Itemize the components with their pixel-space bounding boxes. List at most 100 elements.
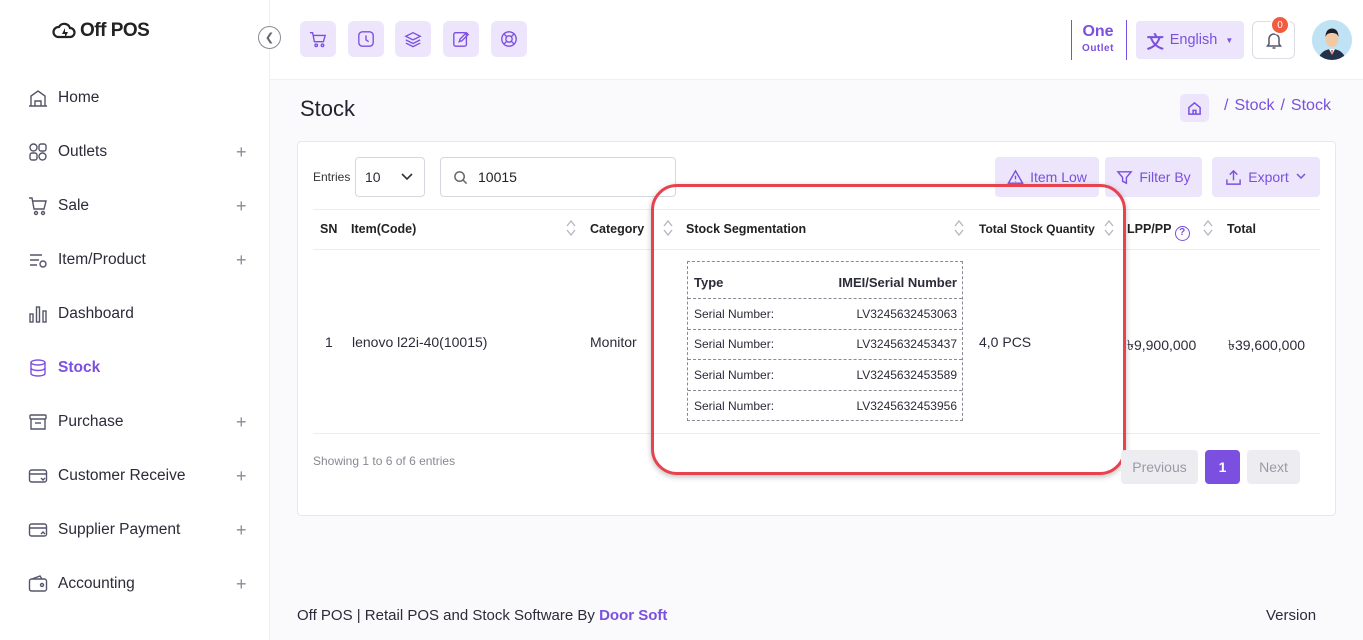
breadcrumb-item[interactable]: Stock bbox=[1234, 97, 1274, 114]
cart-icon bbox=[28, 196, 48, 216]
outlet-divider bbox=[1071, 20, 1072, 60]
sidebar-item-purchase[interactable]: Purchase + bbox=[0, 395, 270, 449]
clock-icon bbox=[358, 31, 374, 47]
outlet-label: Outlet bbox=[1082, 43, 1114, 54]
sidebar-item-item-product[interactable]: Item/Product + bbox=[0, 233, 270, 287]
sort-icon[interactable] bbox=[1202, 218, 1214, 238]
quick-stock-button[interactable] bbox=[395, 21, 431, 57]
sidebar-item-sale[interactable]: Sale + bbox=[0, 179, 270, 233]
quick-support-button[interactable] bbox=[491, 21, 527, 57]
quick-sale-button[interactable] bbox=[300, 21, 336, 57]
expand-plus-icon[interactable]: + bbox=[236, 520, 247, 541]
alert-triangle-icon bbox=[1007, 168, 1024, 184]
expand-plus-icon[interactable]: + bbox=[236, 574, 247, 595]
chevron-left-icon: ❮ bbox=[264, 32, 275, 44]
filter-label: Filter By bbox=[1139, 169, 1191, 185]
sidebar-item-accounting[interactable]: Accounting + bbox=[0, 557, 270, 611]
sidebar-item-label: Accounting bbox=[58, 575, 135, 592]
layers-icon bbox=[404, 31, 422, 48]
chevron-down-icon bbox=[400, 169, 414, 186]
support-icon bbox=[501, 31, 517, 47]
expand-plus-icon[interactable]: + bbox=[236, 196, 247, 217]
expand-plus-icon[interactable]: + bbox=[236, 142, 247, 163]
outlet-divider bbox=[1126, 20, 1127, 60]
caret-down-icon: ▼ bbox=[1225, 35, 1234, 45]
chevron-down-icon bbox=[1295, 169, 1307, 185]
quick-edit-button[interactable] bbox=[443, 21, 479, 57]
sidebar-item-label: Outlets bbox=[58, 143, 108, 160]
search-icon bbox=[454, 170, 468, 184]
upload-icon bbox=[1226, 169, 1242, 185]
sidebar-item-label: Supplier Payment bbox=[58, 521, 181, 538]
sidebar-collapse-button[interactable]: ❮ bbox=[258, 26, 281, 49]
previous-page-button[interactable]: Previous bbox=[1121, 450, 1198, 484]
payment-icon bbox=[28, 520, 48, 540]
cell-sn: 1 bbox=[325, 334, 333, 350]
cell-item: lenovo l22i-40(10015) bbox=[352, 334, 488, 350]
filter-icon bbox=[1116, 170, 1133, 184]
export-label: Export bbox=[1248, 169, 1289, 185]
outlets-icon bbox=[28, 142, 48, 162]
help-circle-icon[interactable]: ? bbox=[1174, 226, 1190, 241]
outlet-selector[interactable]: One Outlet bbox=[1078, 23, 1118, 54]
item-low-label: Item Low bbox=[1030, 169, 1087, 185]
expand-plus-icon[interactable]: + bbox=[236, 412, 247, 433]
sidebar-item-home[interactable]: Home bbox=[0, 71, 270, 125]
notification-badge: 0 bbox=[1270, 15, 1290, 35]
expand-plus-icon[interactable]: + bbox=[236, 466, 247, 487]
footer-version: Version bbox=[1266, 607, 1317, 624]
user-avatar[interactable] bbox=[1312, 20, 1352, 60]
search-field[interactable] bbox=[440, 157, 676, 197]
top-header: One Outlet 文 English ▼ 0 bbox=[270, 0, 1363, 80]
page-1-button[interactable]: 1 bbox=[1205, 450, 1240, 484]
cart-icon bbox=[309, 32, 327, 48]
breadcrumb: / Stock / Stock bbox=[1224, 97, 1331, 114]
receive-icon bbox=[28, 466, 48, 486]
quick-attendance-button[interactable] bbox=[348, 21, 384, 57]
expand-plus-icon[interactable]: + bbox=[236, 250, 247, 271]
column-header-lpp[interactable]: LPP/PP ? bbox=[1127, 222, 1190, 241]
wallet-icon bbox=[28, 574, 48, 594]
entries-select[interactable]: 10 bbox=[355, 157, 425, 197]
sidebar-item-label: Dashboard bbox=[58, 305, 134, 322]
sidebar-item-customer-receive[interactable]: Customer Receive + bbox=[0, 449, 270, 503]
filter-by-button[interactable]: Filter By bbox=[1105, 157, 1202, 197]
column-header-sn[interactable]: SN bbox=[320, 222, 337, 236]
translate-icon: 文 bbox=[1146, 32, 1164, 52]
page-title: Stock bbox=[300, 96, 356, 121]
home-icon bbox=[1188, 101, 1201, 115]
sidebar-item-label: Stock bbox=[58, 359, 101, 376]
entries-info: Showing 1 to 6 of 6 entries bbox=[313, 454, 456, 468]
next-page-button[interactable]: Next bbox=[1247, 450, 1300, 484]
sort-icon[interactable] bbox=[565, 218, 577, 238]
cell-total: ৳39,600,000 bbox=[1228, 337, 1306, 353]
footer-brand-link[interactable]: Door Soft bbox=[599, 607, 667, 624]
sidebar-item-stock[interactable]: Stock bbox=[0, 341, 270, 395]
sidebar-item-outlets[interactable]: Outlets + bbox=[0, 125, 270, 179]
sidebar-nav: Home Outlets + Sale + Item/Product + Das… bbox=[0, 71, 270, 611]
database-icon bbox=[28, 358, 48, 378]
user-avatar-icon bbox=[1312, 20, 1352, 60]
column-header-total[interactable]: Total bbox=[1227, 222, 1256, 236]
sidebar-item-dashboard[interactable]: Dashboard bbox=[0, 287, 270, 341]
cell-lpp: ৳9,900,000 bbox=[1127, 337, 1197, 353]
logo-text: Off POS bbox=[80, 20, 150, 41]
entries-value: 10 bbox=[365, 169, 381, 185]
sidebar-item-label: Purchase bbox=[58, 413, 124, 430]
sidebar-item-supplier-payment[interactable]: Supplier Payment + bbox=[0, 503, 270, 557]
sidebar-item-label: Home bbox=[58, 89, 100, 106]
language-dropdown[interactable]: 文 English ▼ bbox=[1136, 21, 1244, 59]
column-header-item[interactable]: Item(Code) bbox=[351, 222, 416, 236]
search-input[interactable] bbox=[478, 169, 658, 185]
outlet-name: One bbox=[1082, 23, 1114, 40]
breadcrumb-home-button[interactable] bbox=[1180, 94, 1209, 122]
purchase-icon bbox=[28, 412, 48, 432]
logo-cloud-icon bbox=[52, 22, 76, 39]
export-button[interactable]: Export bbox=[1212, 157, 1320, 197]
footer-credits: Off POS | Retail POS and Stock Software … bbox=[297, 607, 668, 624]
sidebar-item-label: Sale bbox=[58, 197, 90, 214]
app-logo[interactable]: Off POS bbox=[52, 20, 150, 42]
breadcrumb-item[interactable]: Stock bbox=[1291, 97, 1331, 114]
cell-category: Monitor bbox=[590, 334, 637, 350]
column-header-category[interactable]: Category bbox=[590, 222, 644, 236]
